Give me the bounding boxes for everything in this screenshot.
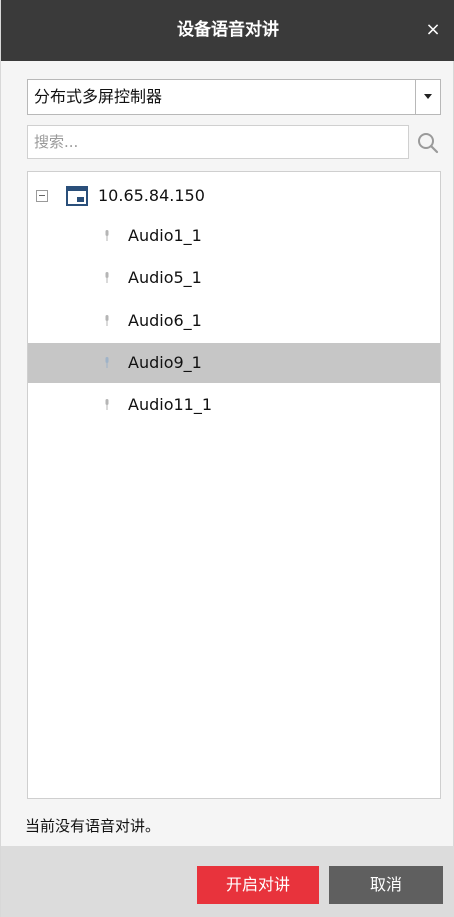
tree-row-channel-selected[interactable]: Audio9_1 xyxy=(28,343,440,383)
close-button[interactable]: × xyxy=(421,18,445,42)
channel-label: Audio6_1 xyxy=(128,311,202,330)
audio-channel-icon xyxy=(105,399,109,410)
audio-channel-icon xyxy=(105,357,109,368)
tree-row-channel[interactable]: Audio5_1 xyxy=(28,258,440,298)
caret-down-icon xyxy=(424,94,432,99)
talk-status-text: 当前没有语音对讲。 xyxy=(25,817,161,835)
close-icon: × xyxy=(425,19,441,40)
device-type-select[interactable]: 分布式多屏控制器 xyxy=(27,79,441,115)
channel-label: Audio5_1 xyxy=(128,268,202,287)
select-arrow-button[interactable] xyxy=(415,80,440,114)
channel-label: Audio11_1 xyxy=(128,395,213,414)
search-input[interactable] xyxy=(27,125,409,159)
audio-channel-icon xyxy=(105,315,109,326)
tree-row-channel[interactable]: Audio11_1 xyxy=(28,385,440,425)
audio-channel-icon xyxy=(105,272,109,283)
device-tree: 10.65.84.150 Audio1_1 Audio5_1 Audio6_1 xyxy=(27,171,441,799)
voice-talk-dialog: 设备语音对讲 × 分布式多屏控制器 10.65.84.150 xyxy=(0,0,454,917)
channel-label: Audio1_1 xyxy=(128,226,202,245)
search-icon[interactable] xyxy=(415,130,441,156)
tree-row-channel[interactable]: Audio1_1 xyxy=(28,216,440,256)
dialog-title: 设备语音对讲 xyxy=(177,20,279,40)
device-label: 10.65.84.150 xyxy=(98,186,205,205)
collapse-toggle-icon[interactable] xyxy=(36,190,48,202)
tree-row-device[interactable]: 10.65.84.150 xyxy=(28,176,440,216)
start-talk-button[interactable]: 开启对讲 xyxy=(197,866,319,904)
title-bar: 设备语音对讲 × xyxy=(1,0,454,61)
device-icon xyxy=(66,186,88,206)
tree-row-channel[interactable]: Audio6_1 xyxy=(28,301,440,341)
device-type-select-value: 分布式多屏控制器 xyxy=(34,87,163,106)
dialog-footer: 开启对讲 取消 xyxy=(1,846,454,917)
audio-channel-icon xyxy=(105,230,109,241)
channel-label: Audio9_1 xyxy=(128,353,202,372)
cancel-button[interactable]: 取消 xyxy=(329,866,443,904)
